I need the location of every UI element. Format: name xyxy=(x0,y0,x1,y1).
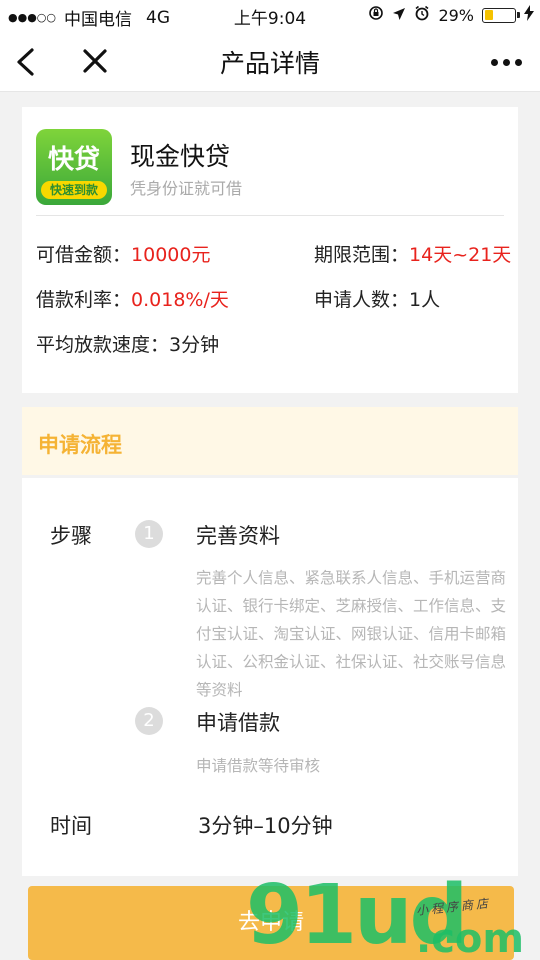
applicants-label: 申请人数： xyxy=(314,289,410,311)
apply-button[interactable]: 去申请 xyxy=(28,886,514,960)
status-right: 29% xyxy=(368,5,534,25)
alarm-clock-icon xyxy=(414,5,430,25)
step-2-description: 申请借款等待审核 xyxy=(196,757,321,775)
rate-label: 借款利率： xyxy=(36,289,132,311)
close-button[interactable] xyxy=(76,42,116,82)
step-1-title: 完善资料 xyxy=(196,524,280,548)
location-arrow-icon xyxy=(392,6,406,25)
process-card: 步骤 1 完善资料 完善个人信息、紧急联系人信息、手机运营商认证、银行卡绑定、芝… xyxy=(22,478,518,876)
term-value: 14天~21天 xyxy=(409,244,512,266)
step-1-number-icon: 1 xyxy=(135,520,163,548)
product-slogan: 凭身份证就可借 xyxy=(130,179,243,198)
term-row: 期限范围：14天~21天 xyxy=(314,240,511,267)
term-label: 期限范围： xyxy=(314,244,410,266)
step-2-title: 申请借款 xyxy=(196,711,280,735)
battery-percent: 29% xyxy=(438,5,474,25)
speed-label: 平均放款速度： xyxy=(36,334,170,356)
logo-subtext: 快速到款 xyxy=(41,181,107,199)
status-bar: ●●●○○ 中国电信 4G 上午9:04 29% xyxy=(0,0,540,30)
product-card: 快贷 快速到款 现金快贷 凭身份证就可借 可借金额：10000元 期限范围：14… xyxy=(22,107,518,393)
amount-value: 10000元 xyxy=(131,244,211,266)
more-dot xyxy=(502,58,510,66)
rate-row: 借款利率：0.018%/天 xyxy=(36,285,229,312)
time-label: 时间 xyxy=(50,814,92,838)
amount-row: 可借金额：10000元 xyxy=(36,240,210,267)
orientation-lock-icon xyxy=(368,5,384,25)
back-button[interactable] xyxy=(10,42,50,82)
amount-label: 可借金额： xyxy=(36,244,132,266)
product-logo: 快贷 快速到款 xyxy=(36,129,112,205)
step-2-number-icon: 2 xyxy=(135,707,163,735)
process-header: 申请流程 xyxy=(22,407,518,475)
battery-fill xyxy=(484,10,493,20)
product-name: 现金快贷 xyxy=(130,142,231,171)
rate-value: 0.018%/天 xyxy=(131,289,229,311)
process-title: 申请流程 xyxy=(38,433,122,457)
divider xyxy=(36,215,504,216)
applicants-value: 1人 xyxy=(409,289,441,311)
time-value: 3分钟–10分钟 xyxy=(198,814,333,838)
more-dot xyxy=(514,58,522,66)
charging-bolt-icon xyxy=(524,5,534,25)
speed-row: 平均放款速度：3分钟 xyxy=(36,330,219,357)
back-arrow-icon xyxy=(17,48,34,76)
logo-text: 快贷 xyxy=(47,145,100,175)
more-button[interactable] xyxy=(486,44,526,80)
navigation-bar: 产品详情 xyxy=(0,30,540,92)
applicants-row: 申请人数：1人 xyxy=(314,285,440,312)
steps-label: 步骤 xyxy=(50,524,92,548)
more-dots-icon xyxy=(490,58,498,66)
step-1-description: 完善个人信息、紧急联系人信息、手机运营商认证、银行卡绑定、芝麻授信、工作信息、支… xyxy=(196,569,507,699)
speed-value: 3分钟 xyxy=(169,334,220,356)
battery-icon xyxy=(482,7,520,23)
close-icon xyxy=(83,49,107,73)
